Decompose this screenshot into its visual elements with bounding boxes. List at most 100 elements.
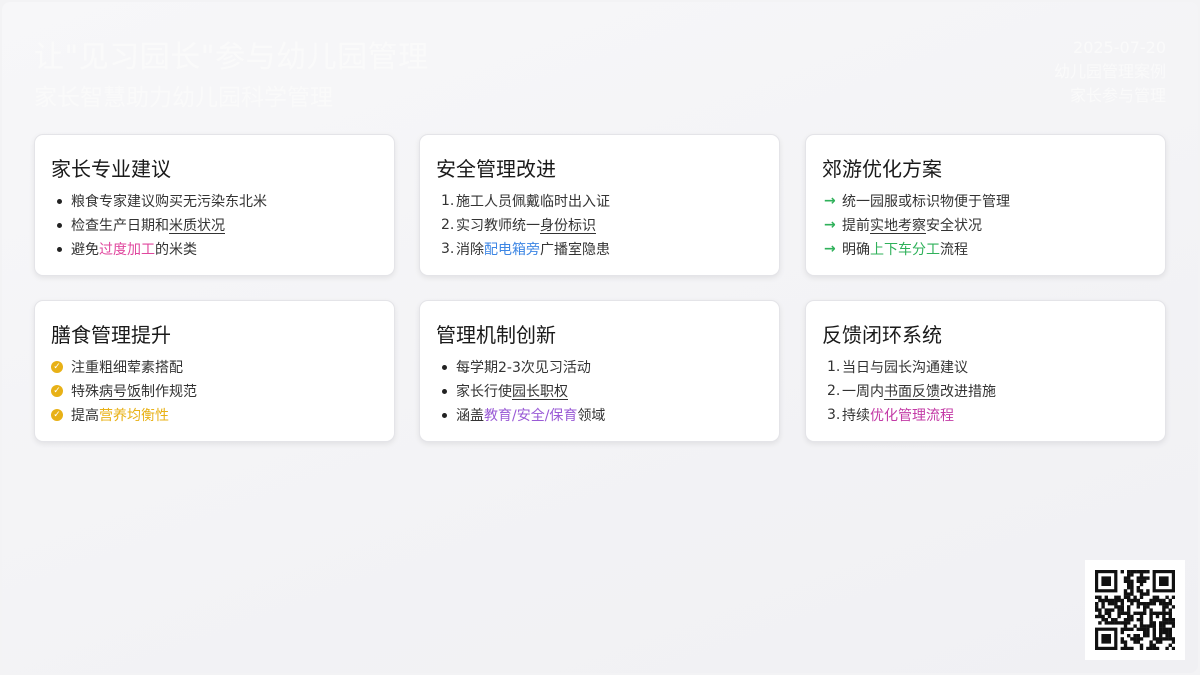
underlined-term: 身份标识 [540, 218, 596, 234]
list-item-text: 施工人员佩戴临时出入证 [456, 191, 610, 211]
list-item-text: 提前实地考察安全状况 [842, 215, 982, 235]
list-item: 2. 一周内书面反馈改进措施 [822, 379, 996, 403]
bullet-dot-icon [436, 412, 456, 418]
list-item-text: 明确上下车分工流程 [842, 239, 968, 259]
list-item-text: 检查生产日期和米质状况 [71, 215, 225, 235]
list-item: 3. 持续优化管理流程 [822, 403, 996, 427]
list-number: 3. [436, 241, 456, 257]
list-item: 3. 消除配电箱旁广播室隐患 [436, 237, 610, 261]
list-item-text: 当日与园长沟通建议 [842, 357, 968, 377]
list-item: 家长行使园长职权 [436, 379, 605, 403]
text-fragment: 涵盖 [456, 408, 484, 424]
list-number: 1. [441, 193, 455, 209]
header-tag-case: 幼儿园管理案例 [1053, 62, 1166, 81]
arrow-right-icon: → [822, 241, 842, 257]
list-number: 1. [822, 359, 842, 375]
list-item-text: 实习教师统一身份标识 [456, 215, 596, 235]
page-subtitle: 家长智慧助力幼儿园科学管理 [34, 85, 333, 111]
list-item: 2. 实习教师统一身份标识 [436, 213, 610, 237]
list-number: 2. [822, 383, 842, 399]
list-item-text: 避免过度加工的米类 [71, 239, 197, 259]
arrow-right-icon: → [822, 193, 842, 209]
arrow-right-icon: → [824, 241, 836, 257]
highlighted-term: 教育/安全/保育 [484, 408, 578, 424]
list-item-text: 每学期2-3次见习活动 [456, 357, 591, 377]
list-item: ✓ 提高营养均衡性 [51, 403, 197, 427]
card-list: 粮食专家建议购买无污染东北米 检查生产日期和米质状况 避免过度加工的米类 [51, 189, 267, 261]
header-tag-topic: 家长参与管理 [1069, 86, 1166, 105]
card-outing-plan: 郊游优化方案 → 统一园服或标识物便于管理 → 提前实地考察安全状况 → 明确上下车分工流程 [805, 134, 1166, 276]
list-item: 1. 当日与园长沟通建议 [822, 355, 996, 379]
list-item: → 提前实地考察安全状况 [822, 213, 1010, 237]
text-fragment: 一周内 [842, 384, 884, 400]
list-number: 3. [822, 407, 842, 423]
text-fragment: 避免 [71, 242, 99, 258]
text-fragment: 2-3 [498, 360, 521, 376]
text-fragment: 广播室隐患 [540, 242, 610, 258]
card-list: 1. 当日与园长沟通建议 2. 一周内书面反馈改进措施 3. 持续优化管理流程 [822, 355, 996, 427]
text-fragment: 安全状况 [926, 218, 982, 234]
text-fragment: 家长行使 [456, 384, 512, 400]
list-number: 2. [441, 217, 455, 233]
card-parent-advice: 家长专业建议粮食专家建议购买无污染东北米 检查生产日期和米质状况 避免过度加工的米类 [34, 134, 395, 276]
card-safety-improvement: 安全管理改进 1. 施工人员佩戴临时出入证 2. 实习教师统一身份标识 3. 消除配电箱旁广… [419, 134, 780, 276]
card-diet-management: 膳食管理提升 ✓ 注重粗细荤素搭配 ✓ 特殊病号饭制作规范 ✓ 提高营养均衡性 [34, 300, 395, 442]
text-fragment: 实习教师统一 [456, 218, 540, 234]
underlined-term: 病号饭 [99, 384, 141, 400]
list-item: 每学期2-3次见习活动 [436, 355, 605, 379]
card-title: 膳食管理提升 [51, 323, 171, 347]
qr-code-graphic [1095, 570, 1176, 651]
bullet-dot-icon [51, 222, 71, 228]
list-item-text: 粮食专家建议购买无污染东北米 [71, 191, 267, 211]
list-item: 涵盖教育/安全/保育领域 [436, 403, 605, 427]
text-fragment: 当日与园长沟通建议 [842, 360, 968, 376]
list-item-text: 一周内书面反馈改进措施 [842, 381, 996, 401]
list-item: 检查生产日期和米质状况 [51, 213, 267, 237]
list-number: 2. [827, 383, 841, 399]
text-fragment: 流程 [940, 242, 968, 258]
text-fragment: 制作规范 [141, 384, 197, 400]
card-list: 1. 施工人员佩戴临时出入证 2. 实习教师统一身份标识 3. 消除配电箱旁广播室隐患 [436, 189, 610, 261]
bullet-dot-icon [436, 364, 456, 370]
underlined-term: 实地考察 [870, 218, 926, 234]
text-fragment: 改进措施 [940, 384, 996, 400]
list-item-text: 特殊病号饭制作规范 [71, 381, 197, 401]
bullet-dot-icon [57, 246, 62, 252]
text-fragment: 明确 [842, 242, 870, 258]
check-circle-icon: ✓ [51, 409, 63, 421]
arrow-right-icon: → [824, 193, 836, 209]
check-circle-icon: ✓ [51, 385, 71, 397]
list-item: 粮食专家建议购买无污染东北米 [51, 189, 267, 213]
list-item-text: 消除配电箱旁广播室隐患 [456, 239, 610, 259]
list-item-text: 持续优化管理流程 [842, 405, 954, 425]
text-fragment: 每学期 [456, 360, 498, 376]
text-fragment: 特殊 [71, 384, 99, 400]
bullet-dot-icon [51, 246, 71, 252]
list-item: ✓ 注重粗细荤素搭配 [51, 355, 197, 379]
card-mechanism-innovation: 管理机制创新 每学期2-3次见习活动 家长行使园长职权 涵盖教育/安全/保育领域 [419, 300, 780, 442]
text-fragment: 统一园服或标识物便于管理 [842, 194, 1010, 210]
list-item: 避免过度加工的米类 [51, 237, 267, 261]
card-title: 安全管理改进 [436, 157, 556, 181]
text-fragment: 提前 [842, 218, 870, 234]
header-meta: 2025-07-20 幼儿园管理案例 家长参与管理 [1054, 36, 1166, 108]
text-fragment: 施工人员佩戴临时出入证 [456, 194, 610, 210]
text-fragment: 消除 [456, 242, 484, 258]
list-number: 3. [441, 241, 455, 257]
card-title: 家长专业建议 [51, 157, 171, 181]
underlined-term: 书面反馈 [884, 384, 940, 400]
list-number: 2. [436, 217, 456, 233]
list-item-text: 统一园服或标识物便于管理 [842, 191, 1010, 211]
bullet-dot-icon [442, 412, 447, 418]
list-item-text: 家长行使园长职权 [456, 381, 568, 401]
text-fragment: 检查生产日期和 [71, 218, 169, 234]
bullet-dot-icon [442, 364, 447, 370]
list-item: ✓ 特殊病号饭制作规范 [51, 379, 197, 403]
check-circle-icon: ✓ [51, 361, 71, 373]
list-item: → 统一园服或标识物便于管理 [822, 189, 1010, 213]
bullet-dot-icon [442, 388, 447, 394]
page-title: 让"见习园长"参与幼儿园管理 [34, 40, 429, 75]
list-item: 1. 施工人员佩戴临时出入证 [436, 189, 610, 213]
card-list: → 统一园服或标识物便于管理 → 提前实地考察安全状况 → 明确上下车分工流程 [822, 189, 1010, 261]
bullet-dot-icon [436, 388, 456, 394]
